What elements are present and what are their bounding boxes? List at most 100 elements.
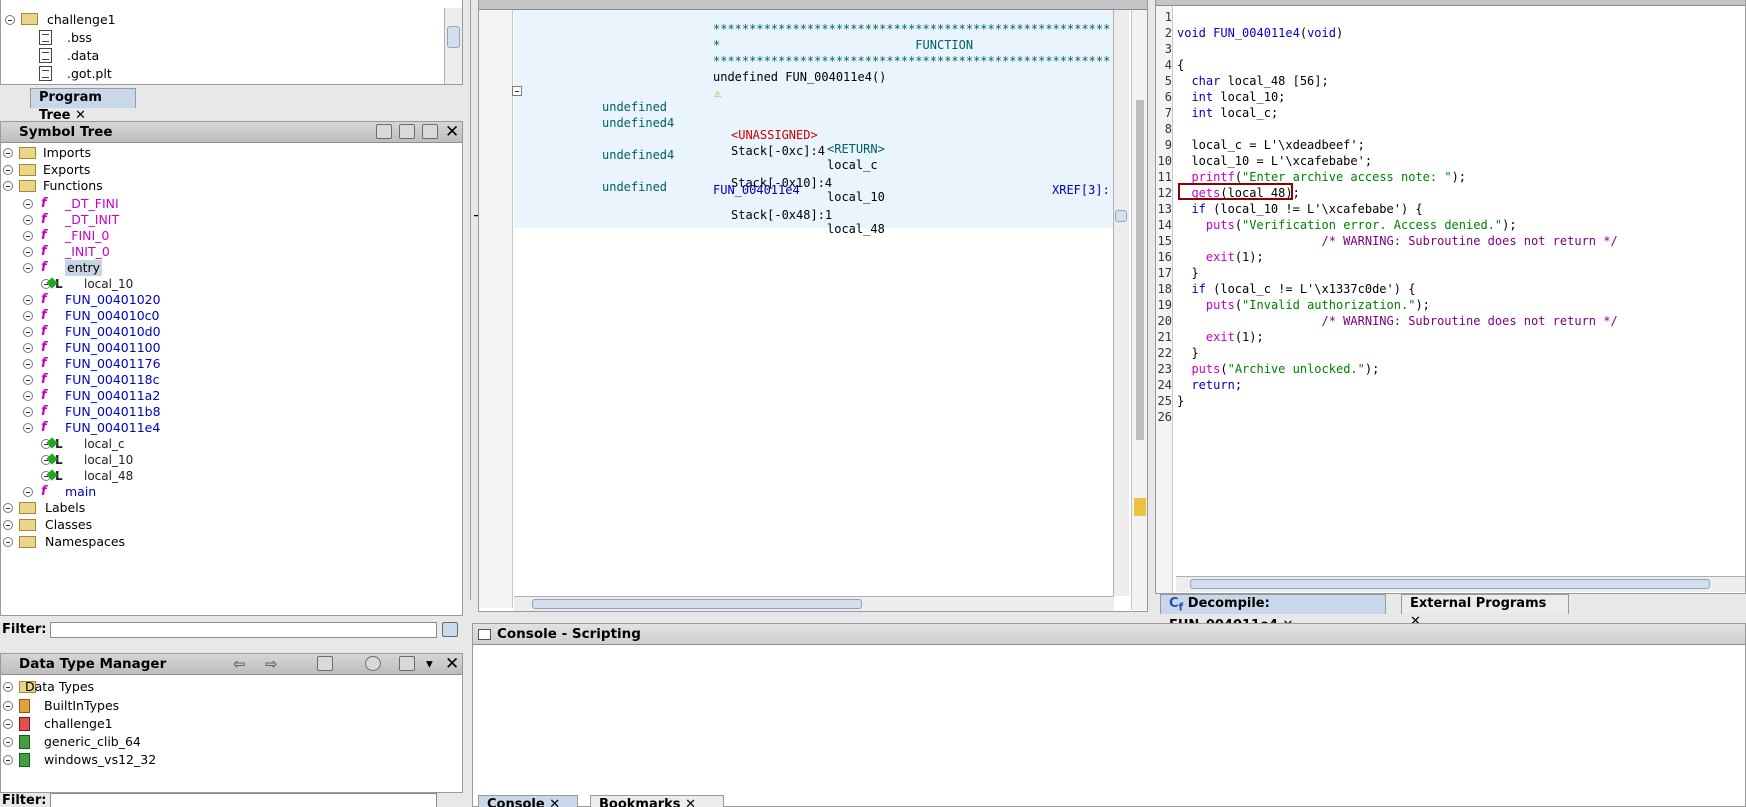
instruction-row[interactable]: 00401201 48 89 c7 MOV RDI=>s_Enter_archi… <box>571 357 1111 371</box>
expand-icon[interactable] <box>23 263 33 273</box>
instruction-row[interactable]: 00401222 74 19 JZ LAB_0040123d <box>571 549 1111 563</box>
expand-icon[interactable] <box>23 215 33 225</box>
decompile-line[interactable]: exit(1); <box>1177 250 1264 264</box>
decompile-line[interactable]: puts("Archive unlocked."); <box>1177 362 1379 376</box>
filter-options-icon[interactable] <box>442 622 458 637</box>
decompile-line[interactable]: printf("Enter archive access note: "); <box>1177 170 1466 184</box>
decompile-scrollbar-h[interactable] <box>1176 576 1745 592</box>
listing-variable-row[interactable]: undefined4 Stack[-0xc]:4 local_c <box>602 102 1072 172</box>
tree-function-item[interactable]: f _FINI_0 <box>23 228 223 244</box>
expand-icon[interactable] <box>3 520 13 530</box>
dtm-item[interactable]: BuiltInTypes <box>3 698 203 714</box>
tree-function-item[interactable]: f FUN_00401176 <box>23 356 223 372</box>
decompile-line[interactable]: char local_48 [56]; <box>1177 74 1328 88</box>
expand-icon[interactable] <box>3 719 13 729</box>
tree-function-item[interactable]: f entry <box>23 260 223 276</box>
instruction-row[interactable]: 00401215 e8 46 fe CALL <EXTERNAL>::gets <box>571 469 1111 483</box>
instruction-row[interactable]: 7d 0e 00 00 <box>571 581 1111 595</box>
tree-folder-item[interactable]: Classes <box>3 517 203 533</box>
tree-function-item[interactable]: f FUN_004011e4 <box>23 420 223 436</box>
decompile-line[interactable]: if (local_c != L'\x1337c0de') { <box>1177 282 1415 296</box>
dtm-item[interactable]: windows_vs12_32 <box>3 752 203 768</box>
instruction-row[interactable]: 00401212 48 89 c7 MOV RDI,RAX <box>571 453 1111 467</box>
instruction-row[interactable]: 00401204 b8 00 00 MOV EAX,0x0 <box>571 373 1111 387</box>
decompile-line[interactable]: int local_c; <box>1177 106 1278 120</box>
decompile-line[interactable]: } <box>1177 394 1184 408</box>
decompile-line[interactable] <box>1177 122 1191 136</box>
tree-function-item[interactable]: f FUN_00401020 <box>23 292 223 308</box>
expand-icon[interactable] <box>3 165 13 175</box>
decompile-line[interactable]: local_c = L'\xdeadbeef'; <box>1177 138 1364 152</box>
tab-console[interactable]: Console ✕ <box>478 795 578 807</box>
decompile-line[interactable]: puts("Verification error. Access denied.… <box>1177 218 1517 232</box>
menu-down-icon[interactable]: ▾ <box>426 654 433 675</box>
settings-icon[interactable] <box>365 656 381 671</box>
tree-function-item[interactable]: f FUN_004010d0 <box>23 324 223 340</box>
expand-icon[interactable] <box>3 148 13 158</box>
instruction-row[interactable]: 00401209 e8 42 fe CALL <EXTERNAL>::print… <box>571 405 1111 419</box>
instruction-row[interactable]: 004011e5 48 89 e5 MOV RBP,RSP <box>571 229 1111 243</box>
expand-icon[interactable] <box>23 295 33 305</box>
expand-icon[interactable] <box>23 247 33 257</box>
instruction-row[interactable]: fe ca <box>571 533 1111 547</box>
tree-function-item[interactable]: f FUN_004011a2 <box>23 388 223 404</box>
decompile-line[interactable]: } <box>1177 266 1198 280</box>
instruction-row[interactable]: 0040121a 8b 45 f8 MOV EAX,dword ptr [RBP… <box>571 501 1111 515</box>
tree-folder-exports[interactable]: Exports <box>3 162 203 178</box>
listing-variable-row[interactable]: undefined ⚠ <UNASSIGNED> <RETURN> <box>602 86 1072 156</box>
expand-icon[interactable] <box>23 407 33 417</box>
tree-folder-functions[interactable]: Functions <box>3 178 203 194</box>
expand-icon[interactable] <box>3 737 13 747</box>
program-tree-scrollbar[interactable] <box>444 8 462 84</box>
instruction-row[interactable]: 004011ec c7 45 fc MOV dword ptr [RBP + l… <box>571 261 1111 275</box>
tree-local-item[interactable]: L local_10 <box>41 276 221 292</box>
expand-icon[interactable] <box>23 343 33 353</box>
decompile-line[interactable]: exit(1); <box>1177 330 1264 344</box>
expand-icon[interactable] <box>3 503 13 513</box>
export-icon[interactable] <box>399 124 415 139</box>
listing-variable-row[interactable]: undefined4 Stack[-0x10]:4 local_10 <box>602 134 1072 204</box>
decompile-line[interactable]: void FUN_004011e4(void) <box>1177 26 1343 40</box>
program-tree-item[interactable]: .got.plt <box>39 66 159 82</box>
tree-local-item[interactable]: L local_48 <box>41 468 221 484</box>
instruction-row[interactable]: be ba fe ca <box>571 309 1111 323</box>
instruction-row[interactable]: 0040120e 48 8d 45 c0 LEA RAX=>local_48,[… <box>571 437 1111 451</box>
close-icon[interactable]: ✕ <box>549 797 560 807</box>
tree-function-item[interactable]: f _INIT_0 <box>23 244 223 260</box>
decompile-line[interactable]: } <box>1177 346 1198 360</box>
listing-scrollbar-v[interactable] <box>1113 10 1129 596</box>
close-icon[interactable]: ✕ <box>445 656 459 673</box>
back-arrow-icon[interactable]: ⇦ <box>233 654 246 675</box>
collapse-icon[interactable] <box>512 86 522 96</box>
decompile-line[interactable]: local_10 = L'\xcafebabe'; <box>1177 154 1372 168</box>
instruction-row[interactable]: 004011fa 48 8d 05 LEA RAX,[s_Enter_archi… <box>571 325 1111 339</box>
close-icon[interactable]: ✕ <box>685 797 696 807</box>
program-tree-item[interactable]: .bss <box>39 30 159 46</box>
expand-icon[interactable] <box>23 231 33 241</box>
splitter[interactable] <box>470 0 478 600</box>
decompile-line[interactable]: /* WARNING: Subroutine does not return *… <box>1177 234 1617 248</box>
tab-program-tree[interactable]: Program Tree ✕ <box>30 88 136 123</box>
expand-icon[interactable] <box>3 701 13 711</box>
tree-icon[interactable] <box>317 656 333 671</box>
dtm-item[interactable]: generic_clib_64 <box>3 734 203 750</box>
expand-icon[interactable] <box>23 375 33 385</box>
clipboard-icon[interactable] <box>422 124 438 139</box>
tab-decompile[interactable]: Cf Decompile: FUN_004011e4 ✕ <box>1160 594 1386 633</box>
tree-function-item[interactable]: f FUN_004011b8 <box>23 404 223 420</box>
listing-scrollbar-h[interactable] <box>514 596 1114 611</box>
tree-function-main[interactable]: f main <box>23 484 223 500</box>
tree-function-item[interactable]: f FUN_00401100 <box>23 340 223 356</box>
window-icon[interactable] <box>399 656 415 671</box>
dtm-root[interactable]: Data Types <box>3 679 203 695</box>
dtm-filter-input[interactable] <box>50 793 437 807</box>
instruction-row[interactable]: 00 00 <box>571 389 1111 403</box>
expand-icon[interactable] <box>23 487 33 497</box>
instruction-row[interactable]: 004011f3 c7 45 f8 MOV dword ptr [RBP + l… <box>571 293 1111 307</box>
dtm-item[interactable]: challenge1 <box>3 716 203 732</box>
tree-folder-item[interactable]: Labels <box>3 500 203 516</box>
tree-function-item[interactable]: f FUN_0040118c <box>23 372 223 388</box>
listing-label[interactable]: FUN_004011e4 <box>713 183 800 197</box>
listing-xref[interactable]: XREF[3]: <box>1052 183 1110 197</box>
expand-icon[interactable] <box>3 755 13 765</box>
